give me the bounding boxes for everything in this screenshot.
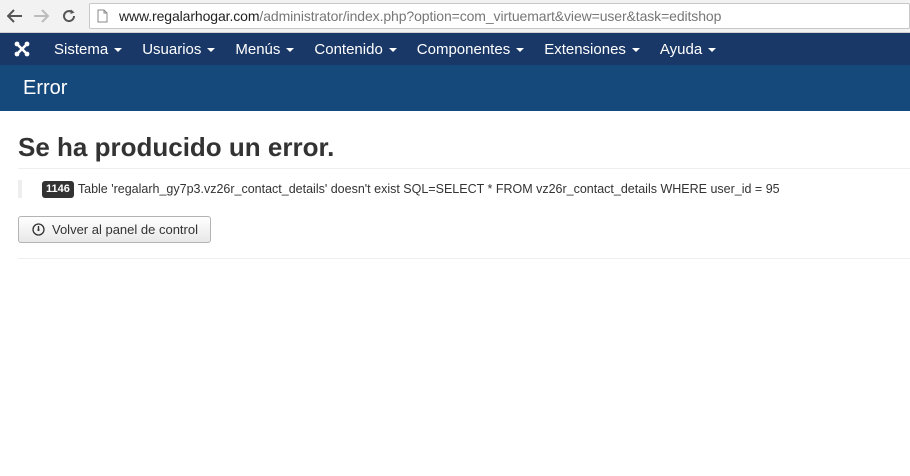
forward-arrow-icon[interactable] <box>30 5 52 27</box>
reload-icon[interactable] <box>58 5 80 27</box>
page-icon <box>96 9 108 23</box>
nav-menu-extensiones[interactable]: Extensiones <box>534 33 650 65</box>
nav-menu-sistema[interactable]: Sistema <box>44 33 132 65</box>
caret-down-icon <box>286 48 295 52</box>
admin-navbar: Sistema Usuarios Menús Contenido Compone… <box>0 33 910 65</box>
nav-menu-menus[interactable]: Menús <box>225 33 304 65</box>
caret-down-icon <box>114 48 123 52</box>
url-path: /administrator/index.php?option=com_virt… <box>259 8 722 24</box>
nav-menu-label: Contenido <box>314 40 383 58</box>
main-content: Se ha producido un error. 1146 Table 're… <box>18 111 910 259</box>
caret-down-icon <box>708 48 717 52</box>
joomla-logo-icon[interactable] <box>0 33 44 65</box>
nav-menu-usuarios[interactable]: Usuarios <box>132 33 225 65</box>
nav-menu-contenido[interactable]: Contenido <box>304 33 406 65</box>
back-to-dashboard-button[interactable]: Volver al panel de control <box>18 216 211 243</box>
caret-down-icon <box>207 48 216 52</box>
dashboard-icon <box>31 223 45 237</box>
caret-down-icon <box>631 48 640 52</box>
error-heading: Se ha producido un error. <box>18 132 335 162</box>
nav-menu-ayuda[interactable]: Ayuda <box>650 33 726 65</box>
caret-down-icon <box>388 48 397 52</box>
error-message: 1146 Table 'regalarh_gy7p3.vz26r_contact… <box>18 180 910 198</box>
nav-menu-label: Extensiones <box>544 40 626 58</box>
url-domain: www.regalarhogar.com <box>119 8 260 24</box>
browser-toolbar: www.regalarhogar.com/administrator/index… <box>0 0 910 33</box>
address-bar[interactable]: www.regalarhogar.com/administrator/index… <box>89 3 910 29</box>
nav-menu-label: Sistema <box>54 40 109 58</box>
page-title: Error <box>23 76 68 99</box>
caret-down-icon <box>516 48 525 52</box>
url-text: www.regalarhogar.com/administrator/index… <box>119 8 721 24</box>
nav-menu-label: Ayuda <box>659 40 703 58</box>
page-subhead: Error <box>0 65 910 111</box>
error-text: Table 'regalarh_gy7p3.vz26r_contact_deta… <box>77 182 780 196</box>
nav-menu-label: Usuarios <box>142 40 202 58</box>
error-code-badge: 1146 <box>42 180 74 198</box>
nav-menu-label: Menús <box>235 40 281 58</box>
nav-menu-label: Componentes <box>416 40 511 58</box>
divider <box>18 168 910 169</box>
back-arrow-icon[interactable] <box>4 5 26 27</box>
divider <box>18 258 910 259</box>
nav-menu-componentes[interactable]: Componentes <box>407 33 534 65</box>
back-button-label: Volver al panel de control <box>52 222 198 237</box>
